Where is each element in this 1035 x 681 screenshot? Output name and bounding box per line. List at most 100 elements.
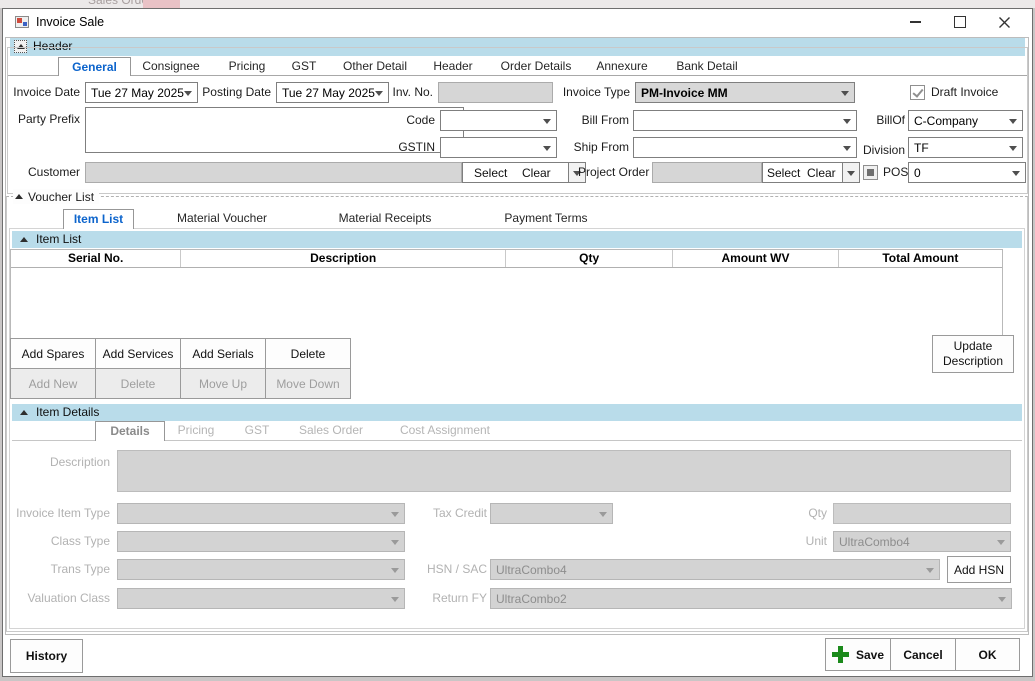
column-serial-no[interactable]: Serial No.: [11, 250, 181, 267]
invoice-type-label: Invoice Type: [560, 82, 630, 103]
dropdown-arrow-icon: [543, 146, 551, 151]
ship-from-label: Ship From: [569, 137, 629, 158]
draft-invoice-label: Draft Invoice: [931, 82, 1021, 103]
pos-value: 0: [914, 166, 921, 180]
project-order-field: [652, 162, 762, 183]
trans-type-label: Trans Type: [10, 559, 110, 580]
invoice-type-combo[interactable]: PM-Invoice MM: [635, 82, 855, 103]
tab-item-list[interactable]: Item List: [63, 209, 134, 229]
code-combo[interactable]: [440, 110, 557, 131]
window-title: Invoice Sale: [36, 15, 104, 29]
add-spares-button[interactable]: Add Spares: [10, 338, 96, 369]
description-label: Description: [30, 452, 110, 473]
dropdown-arrow-icon: [1012, 171, 1020, 176]
tab-payment-terms[interactable]: Payment Terms: [486, 209, 606, 228]
dropdown-arrow-icon: [997, 540, 1005, 545]
hsn-sac-label: HSN / SAC: [423, 559, 487, 580]
qty-field: [833, 503, 1011, 524]
add-serials-button[interactable]: Add Serials: [180, 338, 266, 369]
invoice-date-combo[interactable]: Tue 27 May 2025: [85, 82, 198, 103]
project-order-dropdown-button[interactable]: [843, 162, 860, 183]
add-new-button: Add New: [10, 368, 96, 399]
table-header-row: Serial No. Description Qty Amount WV Tot…: [11, 250, 1002, 268]
project-order-clear-link[interactable]: Clear: [807, 164, 836, 183]
dropdown-arrow-icon: [391, 568, 399, 573]
bill-from-label: Bill From: [569, 110, 629, 131]
customer-select-link[interactable]: Select: [474, 164, 507, 183]
close-icon: [999, 17, 1010, 28]
history-button[interactable]: History: [10, 639, 83, 673]
description-field: [117, 450, 1011, 492]
dropdown-arrow-icon: [391, 540, 399, 545]
update-description-button[interactable]: Update Description: [932, 335, 1014, 373]
tab-general[interactable]: General: [58, 57, 131, 76]
save-button[interactable]: Save: [825, 638, 891, 671]
division-combo[interactable]: TF: [908, 137, 1023, 158]
valuation-class-combo: [117, 588, 405, 609]
background-highlight: [143, 0, 180, 8]
billof-value: C-Company: [914, 114, 978, 128]
move-down-button: Move Down: [265, 368, 351, 399]
hsn-sac-value: UltraCombo4: [496, 563, 567, 577]
item-details-bar[interactable]: Item Details: [12, 404, 1022, 421]
code-label: Code: [375, 110, 435, 131]
ship-from-combo[interactable]: [633, 137, 857, 158]
dropdown-arrow-icon: [841, 91, 849, 96]
draft-invoice-checkbox[interactable]: [910, 85, 925, 100]
collapse-up-icon: [20, 237, 28, 242]
project-order-label: Project Order: [578, 162, 648, 183]
class-type-label: Class Type: [10, 531, 110, 552]
gstin-combo[interactable]: [440, 137, 557, 158]
item-details-title: Item Details: [36, 404, 99, 421]
column-amount-wv[interactable]: Amount WV: [673, 250, 838, 267]
add-hsn-button[interactable]: Add HSN: [947, 556, 1011, 583]
item-list-table[interactable]: Serial No. Description Qty Amount WV Tot…: [10, 249, 1003, 345]
tab-details[interactable]: Details: [95, 421, 165, 441]
tab-material-voucher[interactable]: Material Voucher: [162, 209, 282, 228]
item-list-bar[interactable]: Item List: [12, 231, 1022, 248]
class-type-combo: [117, 531, 405, 552]
qty-label: Qty: [780, 503, 827, 524]
project-order-select-link[interactable]: Select: [767, 164, 800, 183]
pos-label: POS: [883, 162, 909, 183]
dropdown-arrow-icon: [847, 171, 855, 176]
return-fy-label: Return FY: [423, 588, 487, 609]
invoice-date-label: Invoice Date: [3, 82, 80, 103]
gstin-label: GSTIN: [375, 137, 435, 158]
posting-date-label: Posting Date: [201, 82, 271, 103]
tax-credit-combo: [490, 503, 613, 524]
add-services-button[interactable]: Add Services: [95, 338, 181, 369]
maximize-button[interactable]: [937, 9, 982, 35]
pos-checkbox[interactable]: [863, 165, 878, 180]
title-bar: Invoice Sale: [3, 9, 1032, 36]
indeterminate-fill-icon: [867, 169, 874, 176]
voucher-group-label[interactable]: Voucher List: [13, 189, 99, 204]
tab-bank-detail[interactable]: Bank Detail: [647, 57, 767, 76]
close-button[interactable]: [982, 9, 1027, 35]
delete-button[interactable]: Delete: [265, 338, 351, 369]
app-icon: [14, 14, 30, 30]
tab-material-receipts[interactable]: Material Receipts: [325, 209, 445, 228]
dropdown-arrow-icon: [599, 512, 607, 517]
project-order-select-clear-strip: Select Clear: [762, 162, 843, 183]
tab-cost-assignment: Cost Assignment: [385, 421, 505, 440]
column-total-amount[interactable]: Total Amount: [839, 250, 1002, 267]
customer-field: [85, 162, 462, 183]
ok-button[interactable]: OK: [955, 638, 1020, 671]
billof-label: BillOf: [845, 110, 905, 131]
dropdown-arrow-icon: [1009, 119, 1017, 124]
pos-combo[interactable]: 0: [908, 162, 1026, 183]
column-description[interactable]: Description: [181, 250, 506, 267]
unit-combo: UltraCombo4: [833, 531, 1011, 552]
hsn-sac-combo: UltraCombo4: [490, 559, 940, 580]
cancel-button[interactable]: Cancel: [890, 638, 956, 671]
unit-value: UltraCombo4: [839, 535, 910, 549]
invoice-type-value: PM-Invoice MM: [641, 86, 728, 100]
column-qty[interactable]: Qty: [506, 250, 673, 267]
minimize-button[interactable]: [893, 9, 938, 35]
table-body-empty[interactable]: [11, 268, 1002, 346]
bill-from-combo[interactable]: [633, 110, 857, 131]
dropdown-arrow-icon: [391, 512, 399, 517]
billof-combo[interactable]: C-Company: [908, 110, 1023, 131]
customer-clear-link[interactable]: Clear: [522, 164, 551, 183]
